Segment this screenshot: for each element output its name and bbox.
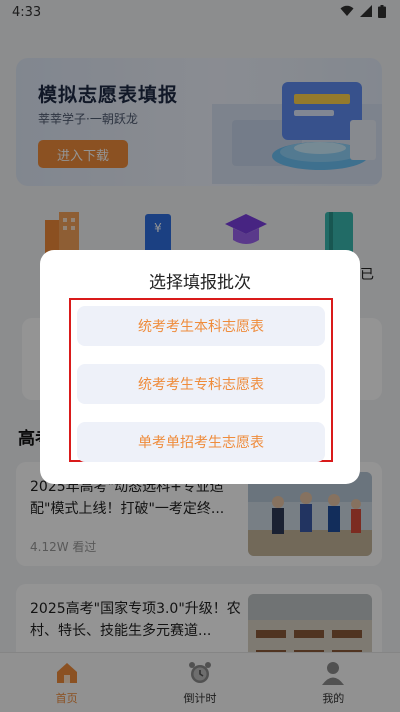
option-single-exam[interactable]: 单考单招考生志愿表 [77,422,325,462]
batch-select-dialog: 选择填报批次 统考考生本科志愿表 统考考生专科志愿表 单考单招考生志愿表 [40,250,360,484]
option-vocational[interactable]: 统考考生专科志愿表 [77,364,325,404]
dialog-title: 选择填报批次 [149,273,251,293]
option-undergraduate[interactable]: 统考考生本科志愿表 [77,306,325,346]
